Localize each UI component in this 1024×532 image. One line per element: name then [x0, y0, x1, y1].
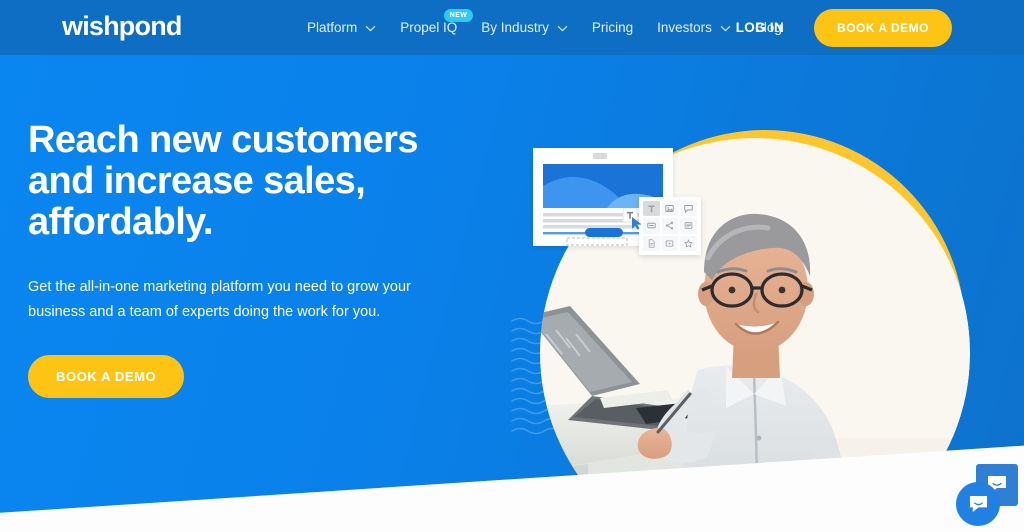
book-a-demo-nav-button[interactable]: BOOK A DEMO — [814, 8, 952, 47]
wishpond-logo[interactable]: wishpond — [62, 11, 182, 41]
document-icon[interactable] — [643, 235, 660, 251]
nav-item-by-industry[interactable]: By Industry — [469, 0, 580, 55]
nav-item-propel-iq[interactable]: Propel IQ NEW — [388, 0, 474, 55]
list-icon[interactable] — [680, 218, 697, 234]
hero-content: Reach new customers and increase sales, … — [28, 120, 498, 398]
top-navigation-bar: wishpond Platform Propel IQ NEW By Indus… — [0, 0, 1024, 55]
chevron-down-icon — [557, 25, 568, 32]
text-tool-icon[interactable] — [643, 201, 660, 217]
video-icon[interactable] — [661, 235, 679, 251]
nav-label-by-industry: By Industry — [481, 20, 549, 35]
chat-bubble-button[interactable] — [956, 482, 1000, 526]
chat-widget[interactable] — [956, 464, 1018, 526]
cursor-icon — [623, 208, 642, 230]
speech-bubble-icon[interactable] — [680, 201, 697, 217]
button-icon[interactable] — [643, 218, 660, 234]
nav-label-propel-iq: Propel IQ — [400, 20, 458, 35]
nav-links: Platform Propel IQ NEW By Industry Prici… — [295, 0, 794, 55]
share-icon[interactable] — [661, 218, 679, 234]
nav-item-platform[interactable]: Platform — [295, 0, 388, 55]
chevron-down-icon — [365, 25, 376, 32]
page-root: wishpond Platform Propel IQ NEW By Indus… — [0, 0, 1024, 532]
chevron-down-icon — [720, 25, 731, 32]
nav-item-investors[interactable]: Investors — [645, 0, 743, 55]
hero-subtitle: Get the all-in-one marketing platform yo… — [28, 279, 411, 320]
book-a-demo-hero-button[interactable]: BOOK A DEMO — [28, 355, 185, 398]
icon-tool-panel[interactable] — [639, 197, 701, 255]
nav-right-actions: LOG IN BOOK A DEMO — [736, 0, 1024, 55]
page-title: Reach new customers and increase sales, … — [28, 119, 418, 243]
nav-label-pricing: Pricing — [591, 20, 634, 35]
login-link[interactable]: LOG IN — [736, 20, 784, 35]
star-icon[interactable] — [680, 235, 697, 251]
nav-item-pricing[interactable]: Pricing — [580, 0, 645, 55]
image-icon[interactable] — [661, 201, 679, 217]
nav-label-investors: Investors — [657, 20, 712, 35]
nav-label-platform: Platform — [307, 20, 358, 35]
